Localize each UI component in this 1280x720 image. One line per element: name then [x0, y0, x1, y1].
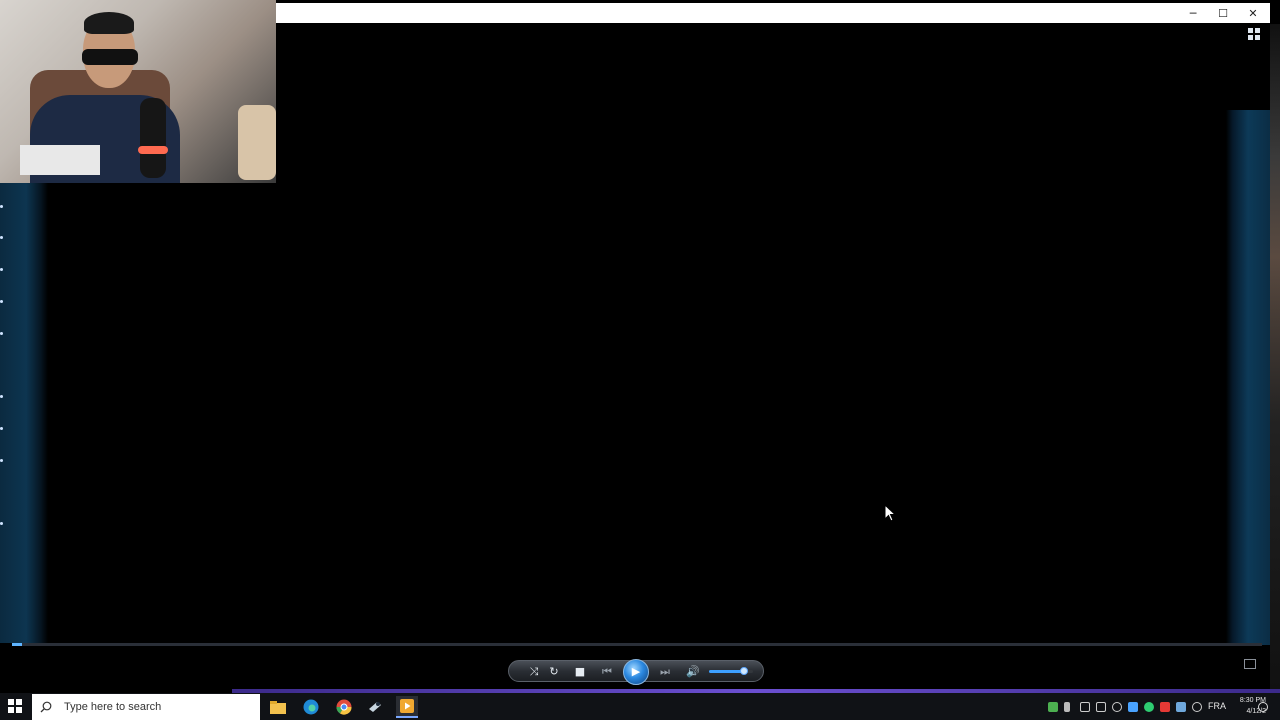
start-button[interactable]: [8, 699, 22, 713]
edge-taskbar-button[interactable]: [300, 696, 322, 718]
mute-button[interactable]: 🔊: [685, 664, 701, 680]
edge-icon: [303, 699, 319, 715]
steam-tray-icon[interactable]: [1176, 702, 1186, 712]
volume-slider[interactable]: [709, 667, 753, 675]
edge-dot: [0, 236, 3, 239]
maximize-icon: ☐: [1218, 6, 1228, 20]
stop-button[interactable]: ■: [573, 664, 587, 680]
repeat-icon: ↻: [549, 665, 559, 678]
status-tray-icon[interactable]: [1144, 702, 1154, 712]
steam-taskbar-button[interactable]: [364, 696, 386, 718]
volume-tray-icon[interactable]: [1112, 702, 1122, 712]
edge-dot: [0, 459, 3, 462]
webcam-overlay: [0, 0, 276, 183]
media-player-icon: [400, 699, 414, 713]
media-player-taskbar-button[interactable]: [396, 696, 418, 718]
chrome-icon: [336, 699, 352, 715]
close-button[interactable]: ✕: [1238, 3, 1268, 23]
search-icon: [40, 701, 52, 713]
repeat-button[interactable]: ↻: [547, 664, 561, 680]
previous-icon: ⏮: [602, 665, 612, 678]
volume-icon: 🔊: [686, 665, 700, 678]
edge-dot: [0, 332, 3, 335]
edge-dot: [0, 522, 3, 525]
close-icon: ✕: [1248, 6, 1258, 20]
chrome-taskbar-button[interactable]: [333, 696, 355, 718]
seek-bar[interactable]: [12, 643, 1262, 646]
recording-tray-icon[interactable]: [1160, 702, 1170, 712]
play-icon: ▶: [631, 666, 641, 678]
right-ambient-glow: [1226, 110, 1270, 645]
edge-dot: [0, 300, 3, 303]
microphone-tray-icon[interactable]: [1064, 702, 1070, 712]
next-icon: ⏭: [660, 665, 670, 678]
battery-tray-icon[interactable]: [1080, 702, 1090, 712]
next-button[interactable]: ⏭: [655, 664, 675, 680]
background-window-edge: [1270, 24, 1280, 690]
language-indicator[interactable]: FRA: [1208, 701, 1226, 711]
maximize-button[interactable]: ☐: [1208, 3, 1238, 23]
volume-slider-thumb[interactable]: [740, 667, 749, 675]
search-placeholder: Type here to search: [64, 701, 162, 713]
shuffle-button[interactable]: ⤨: [527, 664, 541, 680]
taskbar: Type here to search FRA 8:30 PM 4/12/2: [0, 693, 1280, 720]
previous-button[interactable]: ⏮: [597, 664, 617, 680]
sync-tray-icon[interactable]: [1192, 702, 1202, 712]
file-explorer-taskbar-button[interactable]: [267, 696, 289, 718]
grid-view-icon[interactable]: [1248, 28, 1260, 40]
switch-to-compact-icon[interactable]: [1244, 659, 1256, 669]
seek-bar-progress: [12, 643, 22, 646]
nvidia-tray-icon[interactable]: [1048, 702, 1058, 712]
desktop-screen: ─ ☐ ✕ ⤨ ↻ ■ ⏮ ▶ ⏭ 🔊 Type here to search …: [0, 0, 1280, 720]
edge-dot: [0, 427, 3, 430]
app-tray-icon[interactable]: [1128, 702, 1138, 712]
stop-icon: ■: [574, 665, 586, 678]
play-button[interactable]: ▶: [623, 659, 649, 685]
steam-icon: [369, 702, 381, 712]
volume-slider-fill: [709, 670, 745, 673]
search-box[interactable]: Type here to search: [32, 694, 260, 720]
edge-dot: [0, 395, 3, 398]
playback-controls: ⤨ ↻ ■ ⏮ ▶ ⏭ 🔊: [508, 659, 764, 685]
edge-dot: [0, 205, 3, 208]
notification-center-icon[interactable]: [1258, 702, 1268, 712]
minimize-icon: ─: [1189, 6, 1197, 20]
edge-dot: [0, 268, 3, 271]
folder-icon: [270, 700, 286, 714]
minimize-button[interactable]: ─: [1178, 3, 1208, 23]
left-ambient-glow: [0, 183, 48, 643]
shuffle-icon: ⤨: [529, 665, 539, 678]
network-tray-icon[interactable]: [1096, 702, 1106, 712]
